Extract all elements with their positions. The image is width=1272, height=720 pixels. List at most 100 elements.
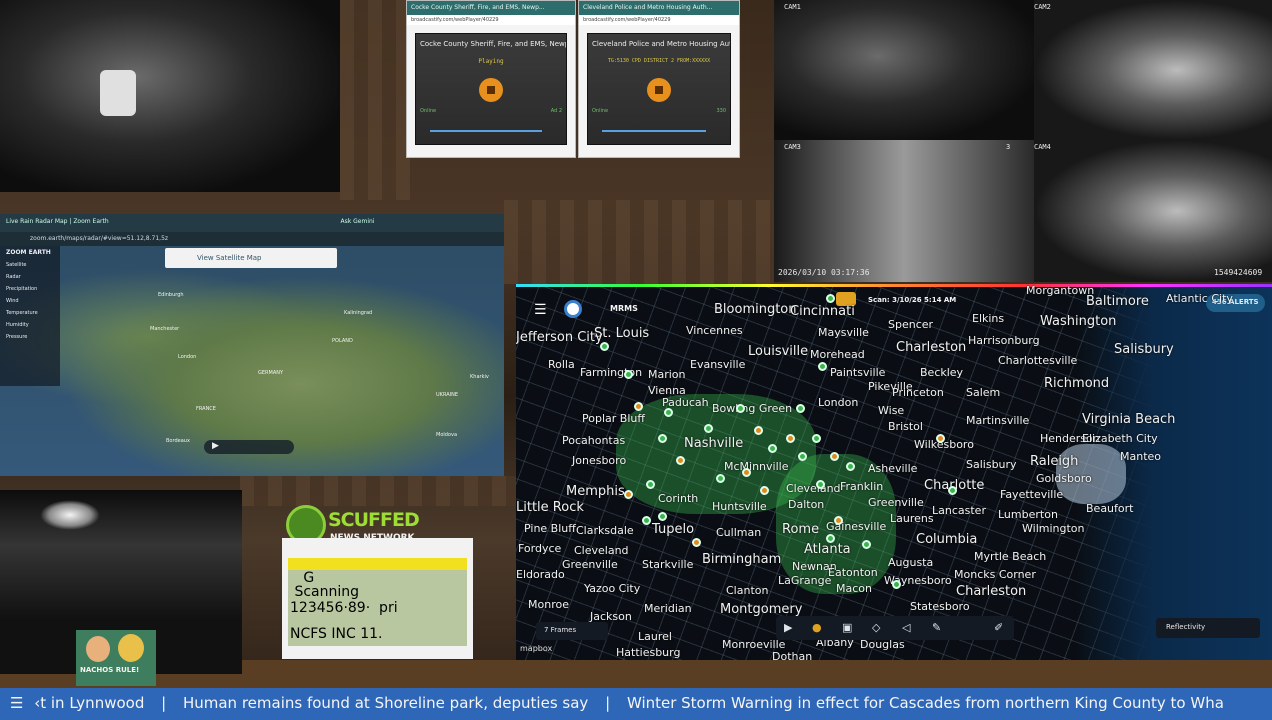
radar-map[interactable]: ☰ MRMS Scan: 3/10/26 5:14 AM 436 ALERTS …: [516, 284, 1272, 660]
view-satellite-button[interactable]: View Satellite Map: [165, 248, 337, 268]
cartoon-face: [86, 636, 110, 662]
storm-report-marker[interactable]: [846, 462, 855, 471]
city-label: Atlanta: [804, 542, 851, 557]
storm-report-marker[interactable]: [754, 426, 763, 435]
stop-button[interactable]: [647, 78, 671, 102]
pin-icon[interactable]: ●: [812, 621, 822, 634]
city-label: Paintsville: [830, 366, 886, 379]
map-toolbar: ▶ ● ▣ ◇ ◁ ✎ ✐: [776, 616, 1014, 640]
city-label: Charleston: [896, 340, 967, 355]
storm-report-marker[interactable]: [862, 540, 871, 549]
storm-report-marker[interactable]: [634, 402, 643, 411]
camera-feed-2[interactable]: 2 CAM2: [1034, 0, 1272, 140]
storm-report-marker[interactable]: [704, 424, 713, 433]
frames-dropdown[interactable]: 7 Frames: [536, 622, 608, 640]
url-bar[interactable]: broadcastify.com/webPlayer/40229: [579, 15, 739, 25]
storm-report-marker[interactable]: [936, 434, 945, 443]
storm-report-marker[interactable]: [826, 534, 835, 543]
storm-report-marker[interactable]: [642, 516, 651, 525]
location-icon[interactable]: [564, 300, 582, 318]
volume-slider[interactable]: [430, 130, 542, 132]
draw-icon[interactable]: ✐: [994, 621, 1003, 634]
storm-report-marker[interactable]: [816, 480, 825, 489]
menu-icon[interactable]: ☰: [534, 302, 547, 318]
tab-zoom-earth[interactable]: Live Rain Radar Map | Zoom Earth: [6, 218, 109, 225]
camera-feed-porch[interactable]: [0, 0, 340, 192]
storm-report-marker[interactable]: [812, 434, 821, 443]
timeline-player[interactable]: ▶: [204, 440, 294, 454]
radio-player-right[interactable]: Cleveland Police and Metro Housing Auth.…: [578, 0, 740, 158]
storm-report-marker[interactable]: [760, 486, 769, 495]
city-label: Lancaster: [932, 504, 986, 517]
city-label: Tupelo: [652, 522, 695, 537]
police-scanner-display: G Scanning 123456·89· pri NCFS INC 11.: [282, 538, 473, 659]
menu-precipitation[interactable]: Precipitation: [0, 283, 60, 295]
storm-report-marker[interactable]: [658, 512, 667, 521]
city-label: Poplar Bluff: [582, 412, 645, 425]
storm-report-marker[interactable]: [830, 452, 839, 461]
storm-report-marker[interactable]: [624, 490, 633, 499]
zoom-earth-window[interactable]: Live Rain Radar Map | Zoom Earth Ask Gem…: [0, 214, 504, 476]
city-label: Rome: [782, 522, 820, 537]
menu-pressure[interactable]: Pressure: [0, 331, 60, 343]
camera-feed-4[interactable]: CAM4 1549424609: [1034, 140, 1272, 282]
camera-grid: CAM1 2 CAM2 CAM3 3 2026/03/10 03:17:36 C…: [774, 0, 1272, 282]
storm-report-marker[interactable]: [768, 444, 777, 453]
storm-report-marker[interactable]: [658, 434, 667, 443]
scanner-line-3: 123456·89· pri: [290, 600, 398, 616]
menu-radar[interactable]: Radar: [0, 271, 60, 283]
storm-report-marker[interactable]: [892, 580, 901, 589]
city-label: Louisville: [748, 344, 809, 359]
storm-report-marker[interactable]: [692, 538, 701, 547]
browser-tab[interactable]: Cocke County Sheriff, Fire, and EMS, New…: [407, 1, 575, 15]
storm-report-marker[interactable]: [834, 516, 843, 525]
camera-feed-3[interactable]: CAM3 3 2026/03/10 03:17:36: [774, 140, 1034, 282]
volume-slider[interactable]: [602, 130, 706, 132]
city-label: Asheville: [868, 462, 918, 475]
address-bar[interactable]: zoom.earth/maps/radar/#view=51.12,8.71,5…: [0, 232, 504, 246]
product-selector[interactable]: MRMS: [610, 304, 638, 313]
city-label: Virginia Beach: [1082, 412, 1176, 427]
menu-temperature[interactable]: Temperature: [0, 307, 60, 319]
storm-report-marker[interactable]: [796, 404, 805, 413]
storm-report-marker[interactable]: [646, 480, 655, 489]
menu-humidity[interactable]: Humidity: [0, 319, 60, 331]
storm-report-marker[interactable]: [786, 434, 795, 443]
url-bar[interactable]: broadcastify.com/webPlayer/40229: [407, 15, 575, 25]
city-label: Lumberton: [998, 508, 1058, 521]
stop-button[interactable]: [479, 78, 503, 102]
city-label: Dothan: [772, 650, 813, 660]
tab-gemini[interactable]: Ask Gemini: [341, 218, 375, 225]
camera-feed-1[interactable]: CAM1: [774, 0, 1034, 140]
play-icon[interactable]: ▶: [784, 621, 792, 634]
hamburger-icon[interactable]: ☰: [10, 694, 23, 712]
city-label: Elizabeth City: [1082, 432, 1158, 445]
browser-tab[interactable]: Cleveland Police and Metro Housing Auth.…: [579, 1, 739, 15]
radio-player-left[interactable]: Cocke County Sheriff, Fire, and EMS, New…: [406, 0, 576, 158]
storm-report-marker[interactable]: [664, 408, 673, 417]
storm-report-marker[interactable]: [716, 474, 725, 483]
city-label: Augusta: [888, 556, 934, 569]
storm-report-marker[interactable]: [624, 370, 633, 379]
storm-report-marker[interactable]: [826, 294, 835, 303]
city-label: Myrtle Beach: [974, 550, 1047, 563]
layer-dropdown[interactable]: Reflectivity: [1156, 618, 1260, 638]
city-label: Elkins: [972, 312, 1005, 325]
menu-wind[interactable]: Wind: [0, 295, 60, 307]
stream-player: Cocke County Sheriff, Fire, and EMS, New…: [415, 33, 567, 145]
storm-report-marker[interactable]: [948, 486, 957, 495]
storm-report-marker[interactable]: [736, 404, 745, 413]
ruler-icon[interactable]: ✎: [932, 621, 941, 634]
storm-report-marker[interactable]: [742, 468, 751, 477]
city-label: Dalton: [788, 498, 825, 511]
measure-icon[interactable]: ◁: [902, 621, 910, 634]
play-icon[interactable]: ▶: [212, 441, 219, 451]
menu-satellite[interactable]: Satellite: [0, 259, 60, 271]
screenshot-icon[interactable]: ▣: [842, 621, 852, 634]
polygon-icon[interactable]: ◇: [872, 621, 880, 634]
storm-report-marker[interactable]: [818, 362, 827, 371]
storm-report-marker[interactable]: [600, 342, 609, 351]
city-label: Meridian: [644, 602, 692, 615]
storm-report-marker[interactable]: [798, 452, 807, 461]
storm-report-marker[interactable]: [676, 456, 685, 465]
